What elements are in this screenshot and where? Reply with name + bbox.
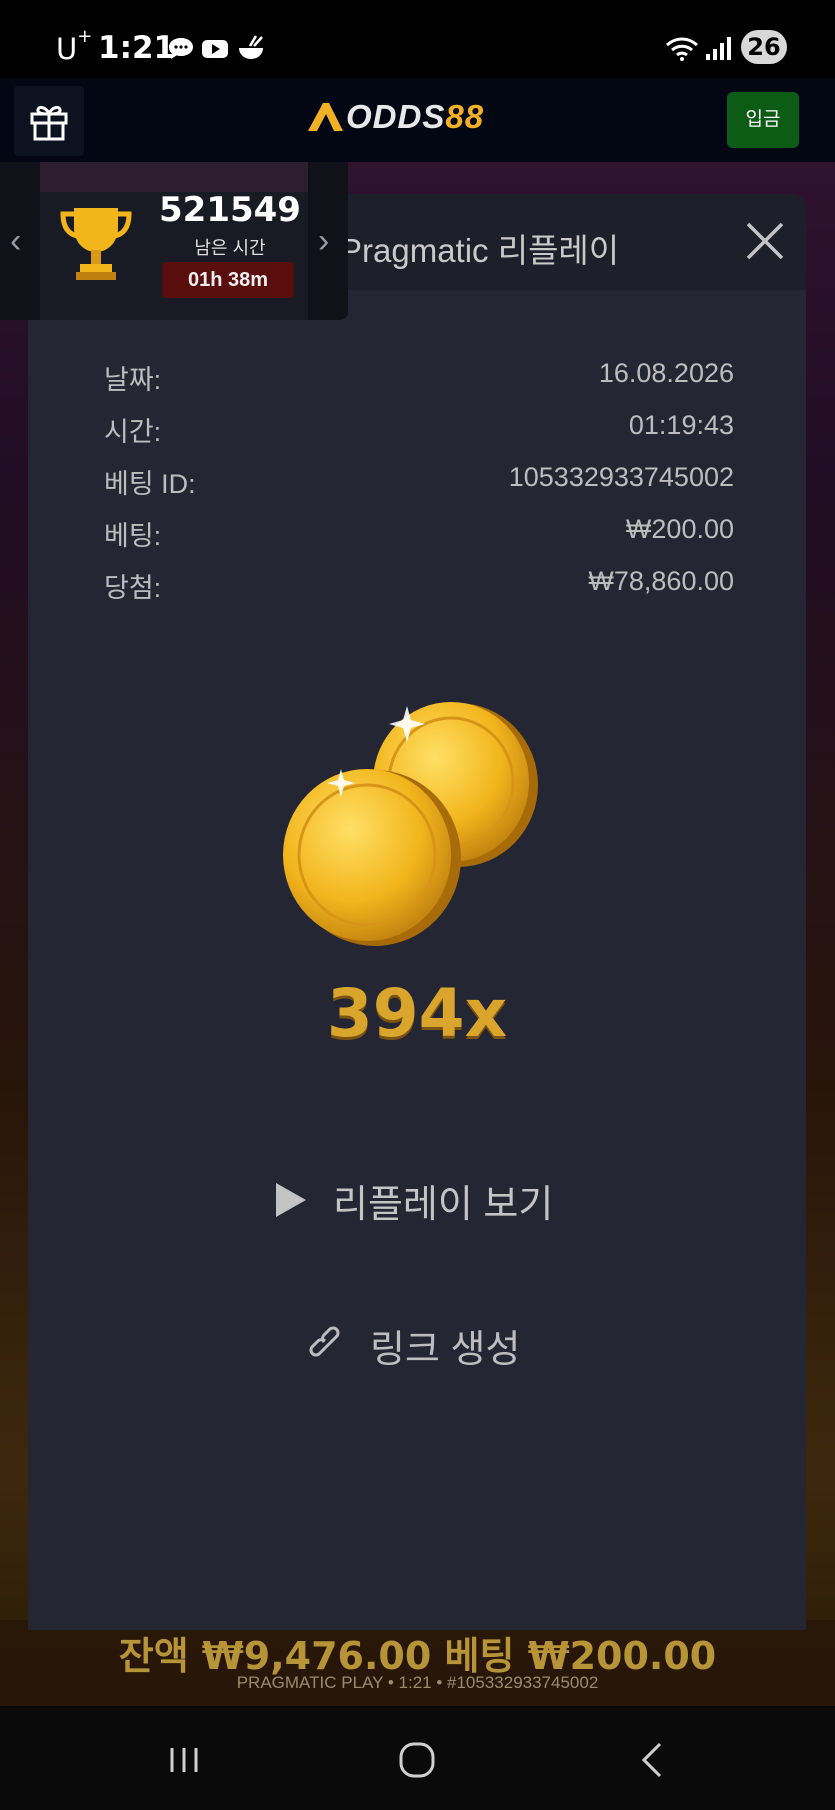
chevron-right-icon[interactable]: ›: [318, 222, 329, 261]
tournament-widget[interactable]: ‹ › 521549 남은 시간 01h 38m: [0, 162, 348, 320]
system-nav-bar: [0, 1706, 835, 1810]
row-value: ₩78,860.00: [588, 566, 734, 596]
win-multiplier: 394x: [326, 975, 508, 1052]
logo-mark-icon: [308, 103, 343, 131]
logo-text: ODDS88: [346, 98, 485, 135]
row-value: 01:19:43: [628, 410, 734, 440]
replay-modal: 날짜: 16.08.2026 시간: 01:19:43 베팅 ID: 10533…: [28, 290, 806, 1630]
play-icon: [276, 1183, 306, 1217]
chat-icon: [169, 38, 193, 59]
link-icon: [309, 1326, 340, 1357]
row-value: 105332933745002: [508, 462, 734, 492]
info-row-win: 당첨: ₩78,860.00: [104, 566, 734, 606]
wifi-icon: [666, 37, 698, 61]
trophy-icon: [60, 208, 132, 280]
coins-icon: [283, 702, 538, 946]
row-label: 시간:: [104, 417, 162, 447]
modal-title: Pragmatic 리플레이: [340, 232, 620, 269]
row-label: 베팅:: [104, 521, 162, 551]
info-row-bet-id: 베팅 ID: 105332933745002: [104, 462, 734, 502]
watch-replay-label: 리플레이 보기: [333, 1183, 554, 1226]
battery-level: 26: [741, 30, 787, 64]
signal-icon: [706, 37, 731, 60]
watch-replay-button[interactable]: 리플레이 보기: [273, 1170, 553, 1230]
game-footer-info: PRAGMATIC PLAY • 1:21 • #105332933745002: [236, 1673, 599, 1692]
modal-header: Pragmatic 리플레이: [300, 194, 806, 290]
tournament-points: 521549: [159, 190, 301, 230]
bowl-icon: [239, 35, 263, 59]
create-link-label: 링크 생성: [370, 1328, 521, 1371]
balance-bet-display: 잔액 ₩9,476.00 베팅 ₩200.00: [118, 1634, 717, 1678]
brand-logo[interactable]: ODDS88: [304, 98, 484, 136]
info-row-time: 시간: 01:19:43: [104, 410, 734, 450]
row-value: ₩200.00: [625, 514, 734, 544]
row-label: 베팅 ID:: [104, 469, 196, 499]
youtube-icon: [202, 40, 228, 58]
close-icon[interactable]: [742, 218, 788, 264]
status-time: 1:21: [98, 30, 176, 66]
create-link-button[interactable]: 링크 생성: [308, 1315, 520, 1375]
gift-icon: [30, 105, 68, 141]
time-left-label: 남은 시간: [194, 238, 266, 258]
row-value: 16.08.2026: [598, 358, 734, 388]
app-header: ODDS88 입금: [0, 78, 835, 162]
deposit-button[interactable]: 입금: [727, 92, 799, 148]
tournament-timer: 01h 38m: [162, 262, 294, 298]
row-label: 날짜:: [104, 365, 162, 395]
gift-button[interactable]: [14, 86, 84, 156]
nav-recents-icon[interactable]: [160, 1736, 208, 1784]
nav-home-icon[interactable]: [393, 1736, 441, 1784]
carrier-label: U+: [56, 26, 93, 66]
info-row-bet: 베팅: ₩200.00: [104, 514, 734, 554]
nav-back-icon[interactable]: [628, 1736, 676, 1784]
chevron-left-icon[interactable]: ‹: [10, 222, 21, 261]
status-bar: U+ 1:21 26: [0, 0, 835, 78]
row-label: 당첨:: [104, 573, 162, 603]
info-row-date: 날짜: 16.08.2026: [104, 358, 734, 398]
